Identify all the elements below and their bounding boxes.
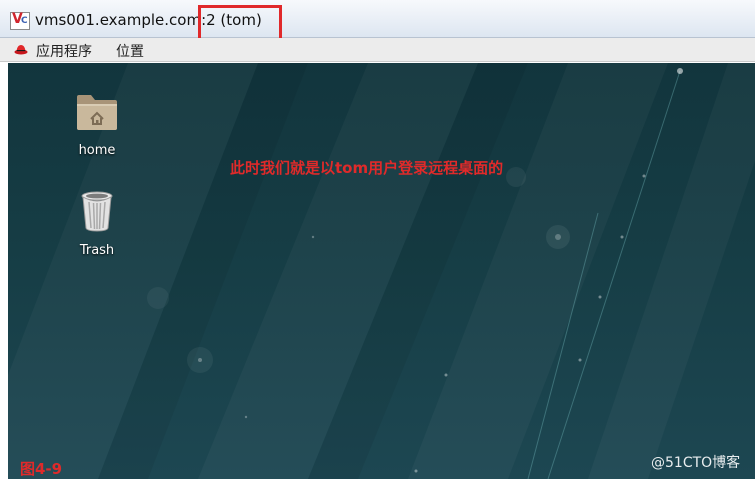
desktop-icon-label: Trash [79,243,115,258]
desktop-icon-home[interactable]: home [62,87,132,158]
figure-label: 图4-9 [20,460,63,478]
title-bar[interactable]: VC vms001.example.com:2 (tom) [0,0,755,38]
menu-places[interactable]: 位置 [116,41,144,61]
annotation-note: 此时我们就是以tom用户登录远程桌面的 [230,159,504,177]
desktop-icon-label: home [78,143,116,158]
desktop-icon-trash[interactable]: Trash [62,187,132,258]
redhat-icon [14,45,28,55]
trash-icon [81,191,113,232]
watermark: @51CTO博客 [651,455,741,471]
menu-applications[interactable]: 应用程序 [36,41,92,61]
vnc-app-icon[interactable]: VC [10,11,30,30]
remote-desktop[interactable]: home Trash 此时我们就是以tom用户登录远程桌面的 图4-9 @51C… [8,63,755,479]
home-folder-icon [77,95,117,130]
gnome-top-menubar: 应用程序 位置 [0,38,755,62]
annotation-highlight-box [198,5,282,42]
vnc-viewer-window: VC vms001.example.com:2 (tom) 应用程序 位置 ho… [0,0,755,479]
